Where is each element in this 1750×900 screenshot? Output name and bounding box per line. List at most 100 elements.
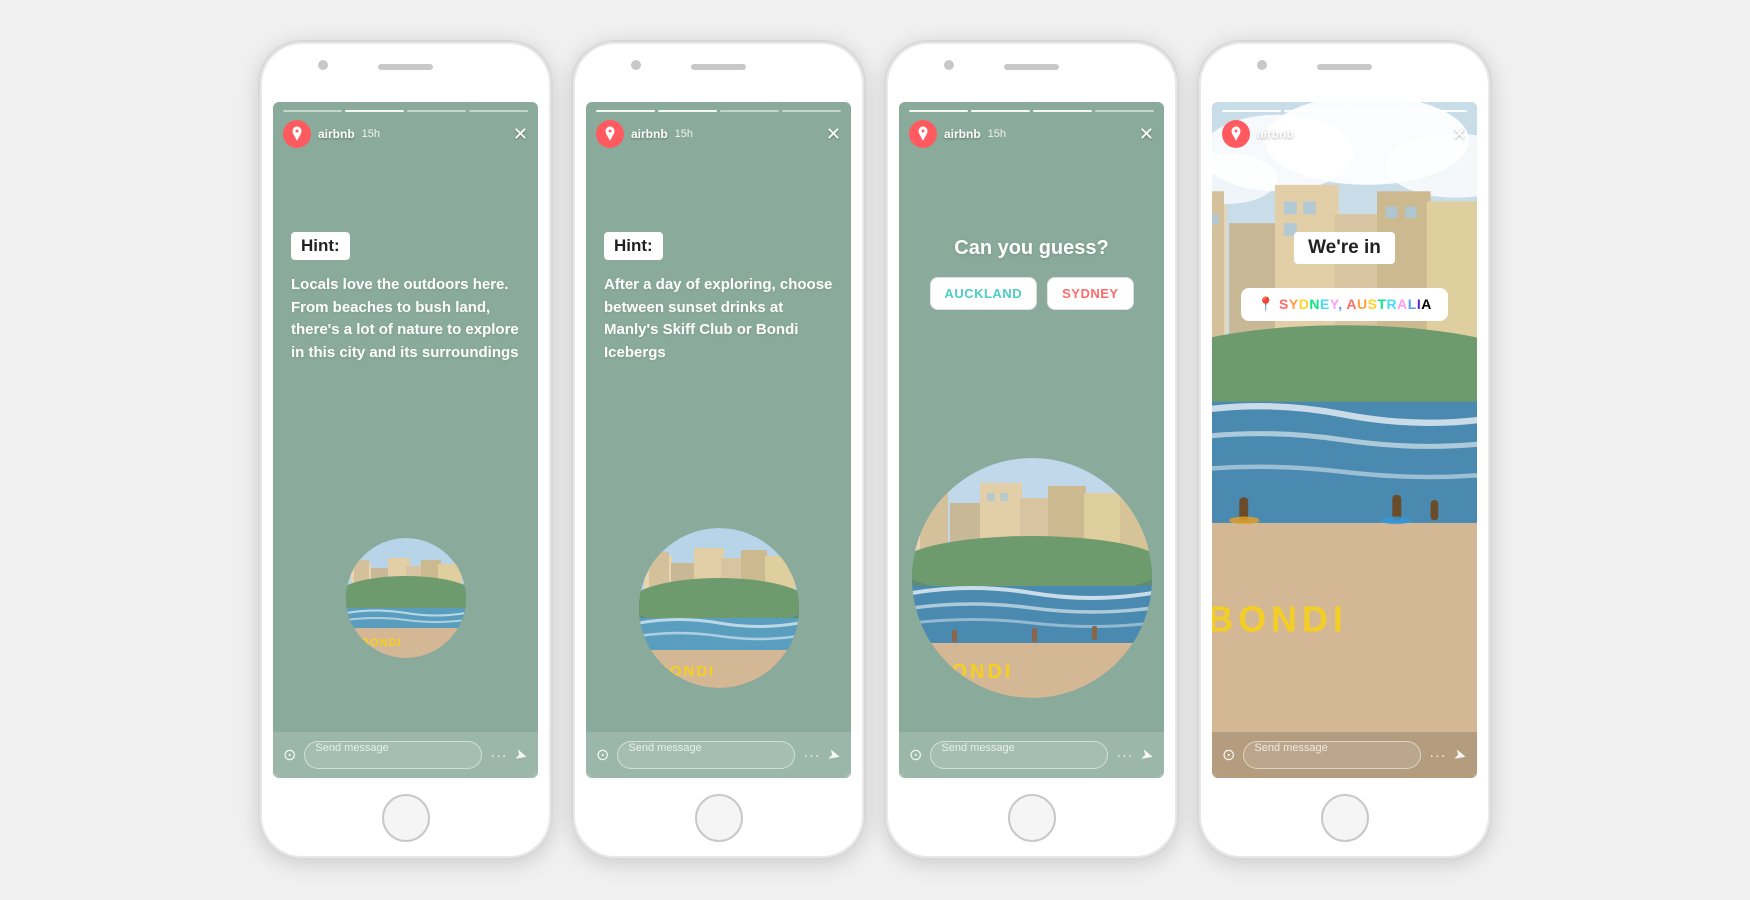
progress-bar-2b	[658, 110, 717, 112]
dots-icon-4[interactable]: ···	[1429, 747, 1446, 763]
story-user-row-2: airbnb 15h ✕	[596, 120, 841, 148]
progress-bar-1a	[283, 110, 342, 112]
pin-icon: 📍	[1257, 296, 1275, 312]
close-icon-4[interactable]: ✕	[1452, 124, 1467, 145]
story-user-left-3: airbnb 15h	[909, 120, 1006, 148]
progress-bar-2a	[596, 110, 655, 112]
story1-body: Locals love the outdoors here. From beac…	[291, 274, 520, 364]
phone-1: airbnb 15h ✕ Hint: Locals love the outdo…	[258, 40, 553, 860]
send-message-3[interactable]: Send message	[930, 741, 1108, 769]
phone-top-2	[573, 42, 864, 102]
progress-bar-4d	[1408, 110, 1467, 112]
send-message-4[interactable]: Send message	[1243, 741, 1421, 769]
progress-bar-3c	[1033, 110, 1092, 112]
story-content-1: airbnb 15h ✕ Hint: Locals love the outdo…	[273, 102, 538, 778]
circle-image-1: BONDI	[346, 538, 466, 658]
send-icon-4[interactable]: ➤	[1452, 745, 1469, 766]
story2-body: After a day of exploring, choose between…	[604, 274, 833, 364]
story-header-1: airbnb 15h ✕	[273, 102, 538, 154]
front-camera-4	[1257, 60, 1267, 70]
story4-reveal-area: We're in 📍SYDNEY, AUSTRALIA	[1212, 232, 1477, 321]
username-2: airbnb	[631, 127, 668, 141]
story-user-row-4: airbnb 15h ✕	[1222, 120, 1467, 148]
send-message-1[interactable]: Send message	[304, 741, 482, 769]
progress-bar-2c	[720, 110, 779, 112]
guess-buttons: AUCKLAND SYDNEY	[929, 277, 1133, 310]
story-time-1: 15h	[362, 128, 380, 140]
bottom-bar-1: ⊙ Send message ··· ➤	[273, 732, 538, 778]
camera-icon-2[interactable]: ⊙	[596, 745, 609, 765]
speaker-1	[378, 64, 433, 70]
phone-2: airbnb 15h ✕ Hint: After a day of explor…	[571, 40, 866, 860]
airbnb-avatar-1[interactable]	[283, 120, 311, 148]
svg-text:BONDI: BONDI	[934, 661, 1013, 683]
home-button-4[interactable]	[1321, 794, 1369, 842]
story-user-row-1: airbnb 15h ✕	[283, 120, 528, 148]
story-time-4: 15h	[1301, 128, 1319, 140]
bottom-bar-3: ⊙ Send message ··· ➤	[899, 732, 1164, 778]
dots-icon-3[interactable]: ···	[1116, 747, 1133, 763]
phone-3: airbnb 15h ✕ Can you guess? AUCKLAND SYD…	[884, 40, 1179, 860]
front-camera-1	[318, 60, 328, 70]
were-in-badge: We're in	[1294, 232, 1395, 264]
phone-bottom-4	[1199, 778, 1490, 858]
send-icon-3[interactable]: ➤	[1139, 745, 1156, 766]
phone-4: BONDI	[1197, 40, 1492, 860]
home-button-3[interactable]	[1008, 794, 1056, 842]
auckland-button[interactable]: AUCKLAND	[929, 277, 1037, 310]
sydney-button[interactable]: SYDNEY	[1047, 277, 1133, 310]
send-icon-2[interactable]: ➤	[826, 745, 843, 766]
phone-top-4	[1199, 42, 1490, 102]
front-camera-3	[944, 60, 954, 70]
story1-text-area: Hint: Locals love the outdoors here. Fro…	[291, 232, 520, 364]
camera-icon-3[interactable]: ⊙	[909, 745, 922, 765]
progress-bar-4c	[1346, 110, 1405, 112]
story-time-3: 15h	[988, 128, 1006, 140]
progress-bars-4	[1222, 110, 1467, 112]
story-user-left-2: airbnb 15h	[596, 120, 693, 148]
hint-label-1: Hint:	[291, 232, 350, 260]
home-button-1[interactable]	[382, 794, 430, 842]
story-content-2: airbnb 15h ✕ Hint: After a day of explor…	[586, 102, 851, 778]
send-message-2[interactable]: Send message	[617, 741, 795, 769]
progress-bar-1d	[469, 110, 528, 112]
camera-icon-1[interactable]: ⊙	[283, 745, 296, 765]
close-icon-3[interactable]: ✕	[1139, 124, 1154, 145]
camera-icon-4[interactable]: ⊙	[1222, 745, 1235, 765]
progress-bar-3d	[1095, 110, 1154, 112]
progress-bar-1c	[407, 110, 466, 112]
progress-bar-4a	[1222, 110, 1281, 112]
location-badge: 📍SYDNEY, AUSTRALIA	[1241, 288, 1448, 321]
speaker-2	[691, 64, 746, 70]
dots-icon-1[interactable]: ···	[490, 747, 507, 763]
close-icon-2[interactable]: ✕	[826, 124, 841, 145]
phone-top-1	[260, 42, 551, 102]
progress-bars-2	[596, 110, 841, 112]
location-text: SYDNEY, AUSTRALIA	[1279, 296, 1432, 312]
screen-3: airbnb 15h ✕ Can you guess? AUCKLAND SYD…	[899, 102, 1164, 778]
phones-container: airbnb 15h ✕ Hint: Locals love the outdo…	[238, 20, 1512, 880]
speaker-4	[1317, 64, 1372, 70]
progress-bar-2d	[782, 110, 841, 112]
story3-heading: Can you guess?	[899, 237, 1164, 260]
progress-bar-3b	[971, 110, 1030, 112]
close-icon-1[interactable]: ✕	[513, 124, 528, 145]
dots-icon-2[interactable]: ···	[803, 747, 820, 763]
screen-1: airbnb 15h ✕ Hint: Locals love the outdo…	[273, 102, 538, 778]
progress-bars-3	[909, 110, 1154, 112]
speaker-3	[1004, 64, 1059, 70]
progress-bar-4b	[1284, 110, 1343, 112]
story2-text-area: Hint: After a day of exploring, choose b…	[604, 232, 833, 364]
circle-image-3: BONDI	[912, 458, 1152, 698]
send-icon-1[interactable]: ➤	[513, 745, 530, 766]
airbnb-avatar-4[interactable]	[1222, 120, 1250, 148]
progress-bar-3a	[909, 110, 968, 112]
home-button-2[interactable]	[695, 794, 743, 842]
story-content-3: airbnb 15h ✕ Can you guess? AUCKLAND SYD…	[899, 102, 1164, 778]
progress-bar-1b	[345, 110, 404, 112]
airbnb-avatar-3[interactable]	[909, 120, 937, 148]
airbnb-avatar-2[interactable]	[596, 120, 624, 148]
story-header-2: airbnb 15h ✕	[586, 102, 851, 154]
front-camera-2	[631, 60, 641, 70]
username-1: airbnb	[318, 127, 355, 141]
